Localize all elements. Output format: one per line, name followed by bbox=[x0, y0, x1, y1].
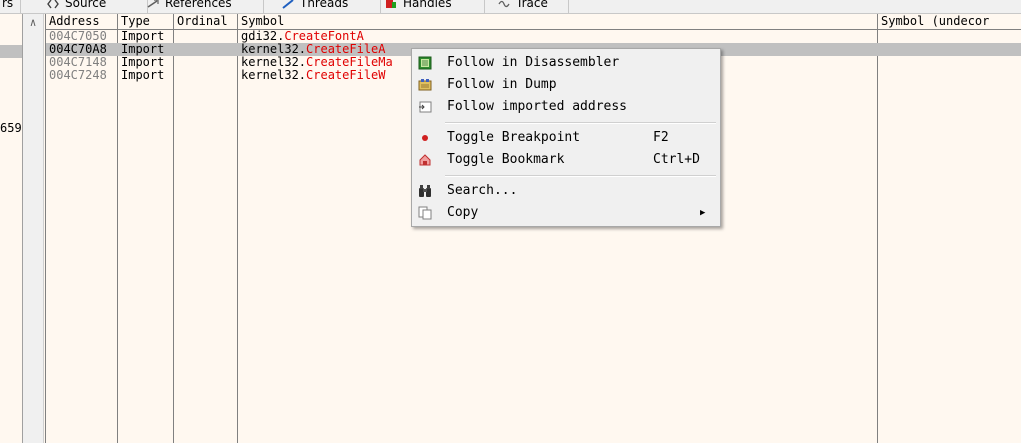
threads-icon bbox=[282, 0, 294, 9]
table-header: Address Type Ordinal Symbol Symbol (unde… bbox=[46, 14, 1021, 30]
menu-item-toggle-breakpoint[interactable]: Toggle Breakpoint F2 bbox=[414, 127, 718, 149]
left-panel-selection bbox=[0, 45, 22, 58]
menu-item-label: Search... bbox=[447, 183, 518, 198]
menu-item-toggle-bookmark[interactable]: Toggle Bookmark Ctrl+D bbox=[414, 149, 718, 171]
symbol-function: CreateFileMa bbox=[306, 56, 393, 69]
column-divider bbox=[237, 29, 238, 443]
tab-trace[interactable]: Trace bbox=[482, 0, 569, 13]
context-menu: Follow in Disassembler Follow in Dump Fo… bbox=[411, 48, 721, 227]
menu-separator bbox=[445, 175, 716, 177]
menu-item-label: Follow imported address bbox=[447, 99, 628, 114]
imported-address-icon bbox=[419, 101, 432, 113]
vertical-scrollbar[interactable]: ∧ bbox=[23, 14, 44, 443]
left-panel-value: 659 bbox=[0, 121, 22, 135]
tab-label: Source bbox=[65, 0, 107, 10]
address-cell: 004C7248 bbox=[49, 69, 107, 82]
type-cell: Import bbox=[121, 30, 165, 43]
column-divider bbox=[173, 29, 174, 443]
scroll-up-icon[interactable]: ∧ bbox=[23, 14, 43, 32]
address-cell: 004C70A8 bbox=[49, 43, 107, 56]
type-cell: Import bbox=[121, 43, 165, 56]
menu-item-follow-in-disassembler[interactable]: Follow in Disassembler bbox=[414, 52, 718, 74]
trace-icon bbox=[498, 0, 510, 7]
source-icon bbox=[47, 0, 59, 8]
references-icon bbox=[147, 0, 159, 8]
column-divider bbox=[877, 29, 878, 443]
copy-icon bbox=[418, 206, 432, 220]
menu-item-label: Follow in Dump bbox=[447, 77, 557, 92]
menu-item-follow-imported-address[interactable]: Follow imported address bbox=[414, 96, 718, 118]
menu-item-shortcut: F2 bbox=[653, 130, 669, 145]
symbol-module: kernel32. bbox=[241, 69, 307, 82]
header-symbol-undecorated[interactable]: Symbol (undecor bbox=[878, 14, 1021, 29]
tab-label: Trace bbox=[516, 0, 548, 10]
symbol-function: CreateFileW bbox=[306, 69, 386, 82]
symbol-cell: kernel32.CreateFileMa bbox=[238, 56, 393, 69]
handles-icon bbox=[386, 0, 396, 8]
menu-item-copy[interactable]: Copy ▶ bbox=[414, 202, 718, 224]
tab-label: Handles bbox=[403, 0, 452, 10]
menu-item-follow-in-dump[interactable]: Follow in Dump bbox=[414, 74, 718, 96]
symbol-module: kernel32. bbox=[241, 43, 307, 56]
bookmark-icon bbox=[419, 154, 431, 166]
dump-icon bbox=[418, 79, 432, 91]
symbol-cell: kernel32.CreateFileW bbox=[238, 69, 386, 82]
tab-references[interactable]: References bbox=[131, 0, 264, 13]
table-row[interactable]: 004C7050 Import gdi32.CreateFontA bbox=[46, 30, 1021, 43]
tab-bar: rs Source References Threads Handles Tra… bbox=[0, 0, 1021, 14]
symbol-function: CreateFontA bbox=[284, 30, 364, 43]
left-panel: 659 bbox=[0, 14, 23, 443]
tab-partial[interactable]: rs bbox=[0, 0, 21, 13]
header-address[interactable]: Address bbox=[46, 14, 118, 29]
menu-item-label: Toggle Bookmark bbox=[447, 152, 565, 167]
tab-label: Threads bbox=[300, 0, 349, 10]
tab-handles[interactable]: Handles bbox=[364, 0, 485, 13]
menu-item-label: Copy bbox=[447, 205, 479, 220]
menu-item-label: Toggle Breakpoint bbox=[447, 130, 581, 145]
header-type[interactable]: Type bbox=[118, 14, 174, 29]
type-cell: Import bbox=[121, 56, 165, 69]
menu-item-label: Follow in Disassembler bbox=[447, 55, 620, 70]
tab-label: rs bbox=[2, 0, 14, 10]
type-cell: Import bbox=[121, 69, 165, 82]
menu-item-search[interactable]: Search... bbox=[414, 180, 718, 202]
ordinal-cell bbox=[174, 69, 177, 82]
column-divider bbox=[117, 29, 118, 443]
menu-item-shortcut: Ctrl+D bbox=[653, 152, 700, 167]
header-ordinal[interactable]: Ordinal bbox=[174, 14, 238, 29]
header-symbol[interactable]: Symbol bbox=[238, 14, 878, 29]
disassembler-icon bbox=[418, 56, 432, 70]
submenu-arrow-icon: ▶ bbox=[700, 208, 706, 218]
address-cell: 004C7050 bbox=[49, 30, 107, 43]
address-cell: 004C7148 bbox=[49, 56, 107, 69]
breakpoint-icon bbox=[422, 135, 428, 141]
tab-label: References bbox=[165, 0, 232, 10]
ordinal-cell bbox=[174, 43, 177, 56]
symbol-cell: kernel32.CreateFileA bbox=[238, 43, 386, 56]
menu-separator bbox=[445, 122, 716, 124]
symbol-module: gdi32. bbox=[241, 30, 285, 43]
ordinal-cell bbox=[174, 30, 177, 43]
symbol-module: kernel32. bbox=[241, 56, 307, 69]
symbol-cell: gdi32.CreateFontA bbox=[238, 30, 364, 43]
symbol-function: CreateFileA bbox=[306, 43, 386, 56]
ordinal-cell bbox=[174, 56, 177, 69]
binoculars-icon bbox=[419, 185, 431, 197]
